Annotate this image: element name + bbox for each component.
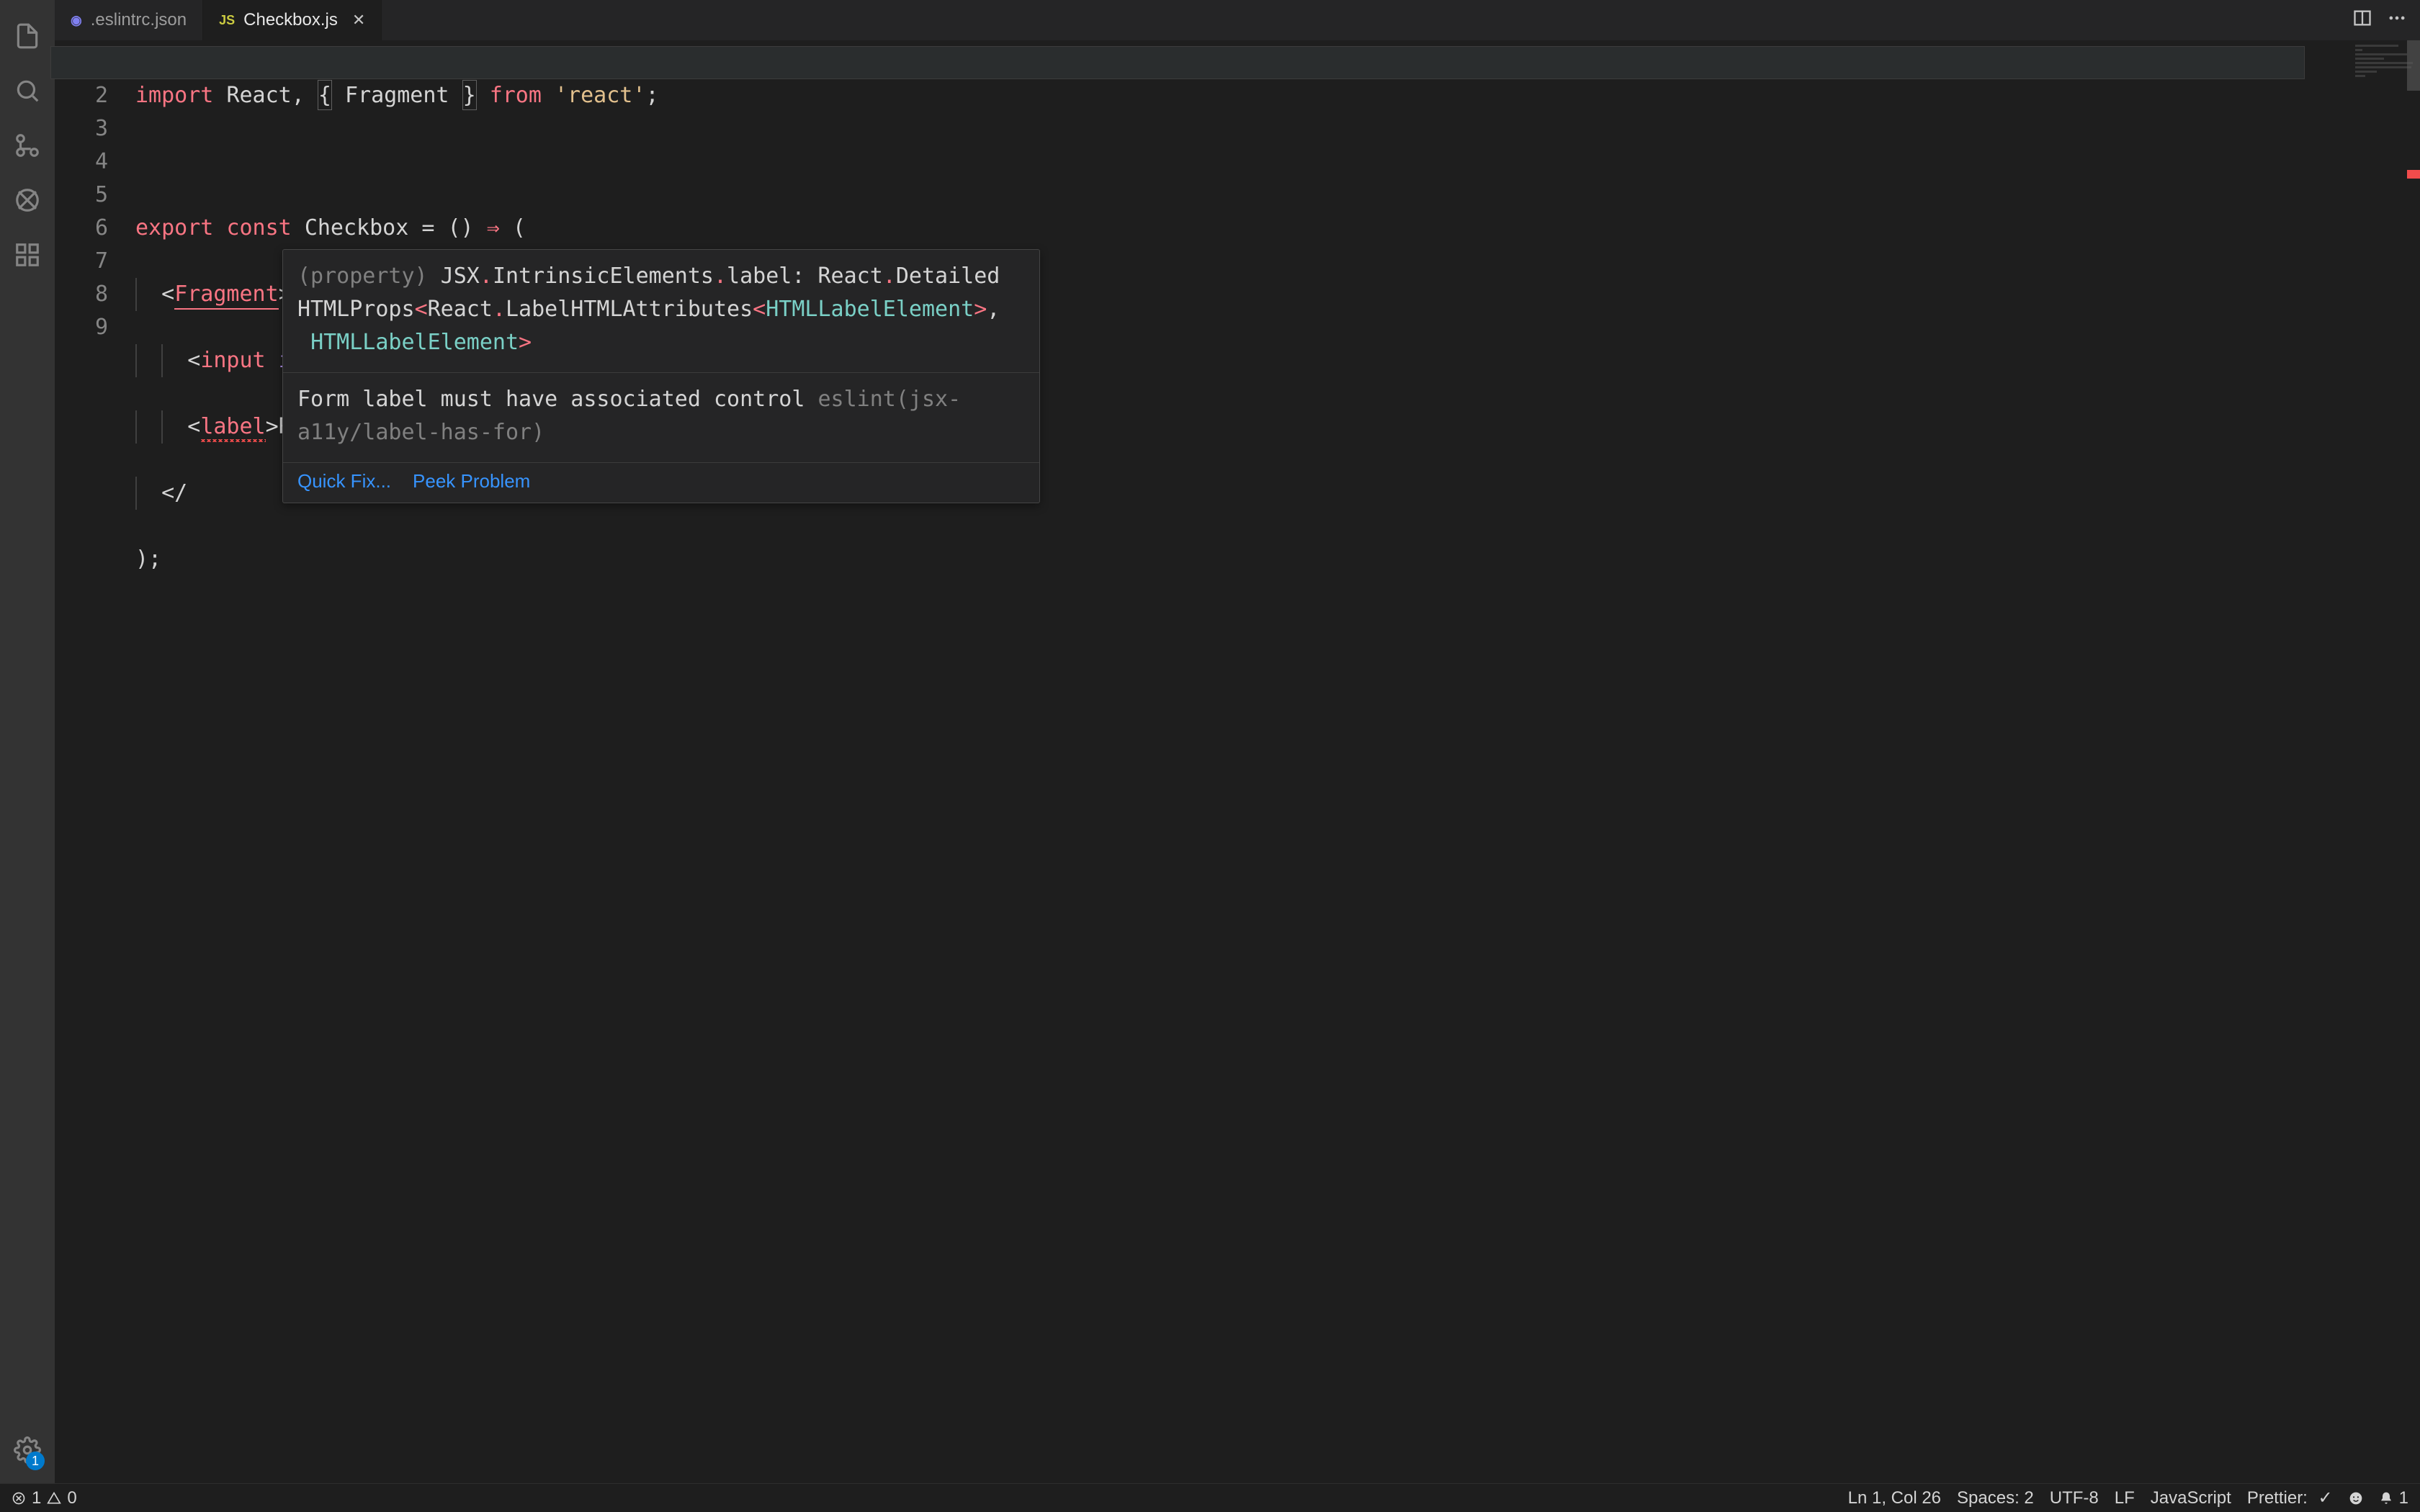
notification-count: 1 [2399,1488,2408,1508]
tab-label: Checkbox.js [243,10,338,30]
search-icon[interactable] [0,63,55,118]
problems-status[interactable]: 1 0 [12,1488,77,1508]
hover-tooltip: (property) JSX.IntrinsicElements.label: … [282,249,1040,503]
eol-status[interactable]: LF [2115,1488,2135,1508]
line-number: 5 [55,179,108,212]
quick-fix-link[interactable]: Quick Fix... [297,470,391,492]
line-number: 3 [55,112,108,145]
tab-bar: ◉ .eslintrc.json JS Checkbox.js ✕ [55,0,2420,40]
js-file-icon: JS [219,13,235,28]
warnings-count: 0 [67,1488,76,1508]
hover-signature: (property) JSX.IntrinsicElements.label: … [283,250,1039,372]
split-editor-icon[interactable] [2352,8,2372,33]
status-bar: 1 0 Ln 1, Col 26 Spaces: 2 UTF-8 LF Java… [0,1483,2420,1512]
code-line-8[interactable]: ); [135,543,2420,576]
close-icon[interactable]: ✕ [352,11,365,30]
notifications-icon[interactable]: 1 [2379,1488,2408,1508]
debug-icon[interactable] [0,173,55,228]
line-number: 4 [55,145,108,179]
code-line-9[interactable] [135,609,2420,642]
editor-area[interactable]: 1 2 3 4 5 6 7 8 9 import React, { Fragme… [55,40,2420,1483]
main-row: 1 ◉ .eslintrc.json JS Checkbox.js ✕ [0,0,2420,1483]
language-mode[interactable]: JavaScript [2151,1488,2231,1508]
line-number: 2 [55,79,108,112]
tab-checkbox-js[interactable]: JS Checkbox.js ✕ [203,0,382,40]
explorer-icon[interactable] [0,9,55,63]
line-number: 6 [55,212,108,245]
indentation-status[interactable]: Spaces: 2 [1957,1488,2034,1508]
encoding-status[interactable]: UTF-8 [2050,1488,2099,1508]
line-number: 8 [55,278,108,311]
activity-bar: 1 [0,0,55,1483]
errors-count: 1 [32,1488,41,1508]
tab-eslintrc[interactable]: ◉ .eslintrc.json [55,0,203,40]
prettier-status[interactable]: Prettier: ✓ [2247,1488,2333,1508]
line-number: 9 [55,311,108,344]
tab-label: .eslintrc.json [91,10,187,30]
tab-actions [2352,0,2420,40]
minimap[interactable] [2348,40,2420,1483]
more-icon[interactable] [2387,8,2407,33]
eslint-file-icon: ◉ [71,13,82,28]
gutter: 1 2 3 4 5 6 7 8 9 [55,40,135,1483]
settings-gear-icon[interactable]: 1 [0,1423,55,1477]
scm-icon[interactable] [0,118,55,173]
settings-badge: 1 [26,1452,45,1470]
code-line-1[interactable]: import React, { Fragment } from 'react'; [135,79,2420,112]
hover-actions: Quick Fix... Peek Problem [283,462,1039,503]
code-line-2[interactable] [135,145,2420,179]
hover-diagnostic: Form label must have associated control … [283,372,1039,462]
feedback-icon[interactable] [2349,1491,2363,1506]
editor-column: ◉ .eslintrc.json JS Checkbox.js ✕ 1 [55,0,2420,1483]
peek-problem-link[interactable]: Peek Problem [413,470,530,492]
extensions-icon[interactable] [0,228,55,282]
code-line-3[interactable]: export const Checkbox = () ⇒ ( [135,212,2420,245]
cursor-position[interactable]: Ln 1, Col 26 [1848,1488,1941,1508]
line-number: 7 [55,245,108,278]
